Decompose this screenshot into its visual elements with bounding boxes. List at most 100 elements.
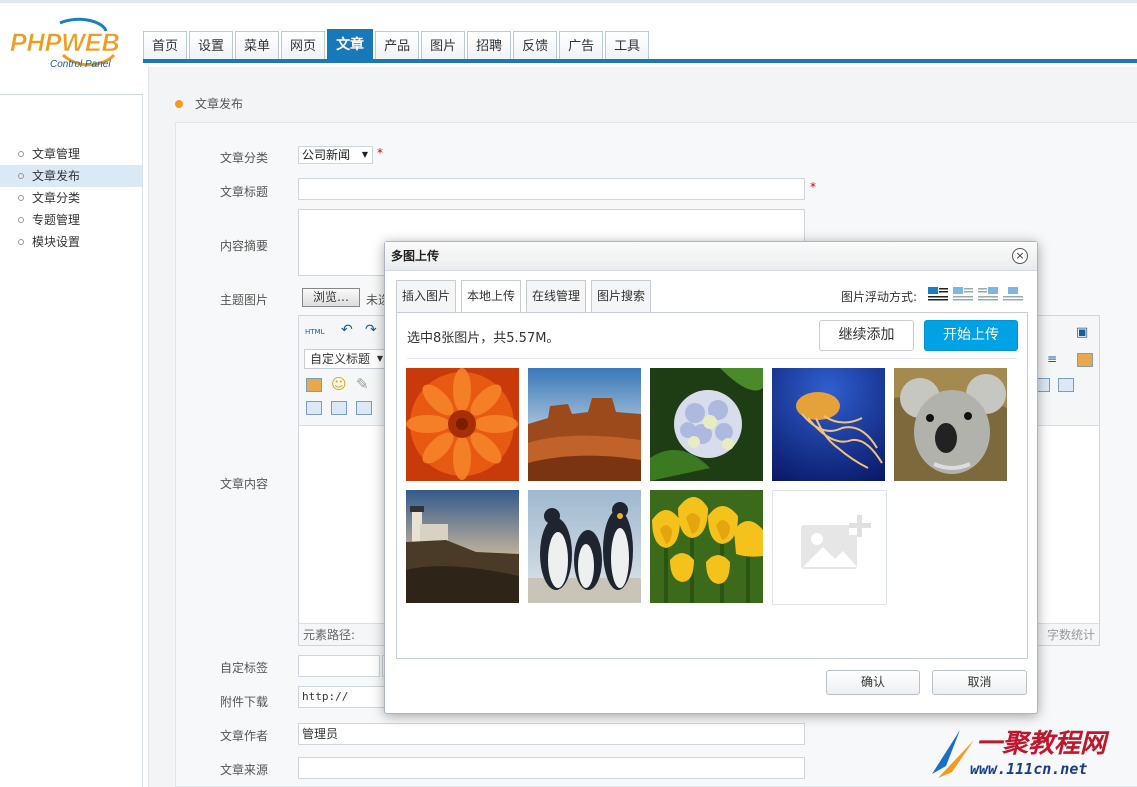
float-none-icon[interactable] (928, 286, 948, 302)
tab-menu[interactable]: 菜单 (235, 31, 280, 60)
tab-products[interactable]: 产品 (375, 31, 420, 60)
chrysanthemum-icon[interactable] (406, 368, 519, 481)
source-input[interactable] (298, 757, 805, 779)
required-mark: * (810, 180, 816, 194)
upload-panel: 选中8张图片，共5.57M。 继续添加 开始上传 (396, 312, 1028, 659)
tab-pages[interactable]: 网页 (281, 31, 326, 60)
image-icon[interactable] (306, 378, 322, 392)
tab-jobs[interactable]: 招聘 (467, 31, 512, 60)
top-border (0, 0, 1137, 3)
tab-image-search[interactable]: 图片搜索 (591, 280, 652, 312)
category-label: 文章分类 (220, 151, 269, 165)
koala-icon[interactable] (894, 368, 1007, 481)
image-label: 主题图片 (220, 293, 269, 307)
sidebar-item-article-category[interactable]: 文章分类 (0, 187, 142, 209)
nav-underline (143, 59, 1137, 63)
redo-icon[interactable]: ↷ (365, 322, 377, 338)
float-left-icon[interactable] (953, 286, 973, 302)
lighthouse-icon[interactable] (406, 490, 519, 603)
element-path: 元素路径: (303, 628, 356, 642)
multi-image-upload-dialog: 多图上传 × 插入图片 本地上传 在线管理 图片搜索 图片浮动方式: 选中8张图… (384, 241, 1038, 714)
insert-picture-icon[interactable] (1077, 353, 1093, 367)
sidebar-item-label: 模块设置 (32, 235, 81, 249)
dialog-title: 多图上传 (385, 242, 1037, 271)
attachment-input[interactable]: http:// (298, 686, 388, 708)
scrawl-icon[interactable]: ✎ (356, 375, 369, 393)
circle-icon (18, 173, 24, 179)
author-label: 文章作者 (220, 729, 269, 743)
penguins-icon[interactable] (528, 490, 641, 603)
sidebar-item-label: 文章发布 (32, 169, 81, 183)
tab-articles[interactable]: 文章 (327, 29, 374, 60)
tab-home[interactable]: 首页 (143, 31, 188, 60)
content-label: 文章内容 (220, 477, 269, 491)
svg-text:PHPWEB: PHPWEB (10, 29, 120, 57)
author-input[interactable]: 管理员 (298, 723, 805, 745)
desert-icon[interactable] (528, 368, 641, 481)
divider (407, 358, 1017, 359)
sidebar-item-module-settings[interactable]: 模块设置 (0, 231, 142, 253)
tab-insert-image[interactable]: 插入图片 (396, 280, 457, 312)
logo: PHPWEB Control Panel (0, 3, 143, 95)
tab-local-upload[interactable]: 本地上传 (461, 280, 522, 313)
float-center-icon[interactable] (1003, 286, 1023, 302)
tab-settings[interactable]: 设置 (189, 31, 234, 60)
circle-icon (18, 239, 24, 245)
add-more-button[interactable]: 继续添加 (819, 320, 914, 351)
undo-icon[interactable]: ↶ (341, 322, 353, 338)
split-cells-icon[interactable] (1058, 378, 1074, 392)
browse-button[interactable]: 浏览… (302, 288, 360, 307)
html-source-icon[interactable]: HTML (305, 328, 324, 336)
circle-icon (18, 217, 24, 223)
svg-text:一聚教程网: 一聚教程网 (976, 729, 1110, 759)
sidebar-item-label: 文章分类 (32, 191, 81, 205)
add-image-placeholder[interactable] (772, 490, 887, 605)
sidebar-item-topics[interactable]: 专题管理 (0, 209, 142, 231)
chevron-down-icon: ▼ (361, 150, 368, 159)
tab-feedback[interactable]: 反馈 (513, 31, 558, 60)
tab-images[interactable]: 图片 (421, 31, 466, 60)
start-upload-button[interactable]: 开始上传 (924, 320, 1018, 351)
word-count: 字数统计 (1046, 628, 1095, 642)
hydrangea-icon[interactable] (650, 368, 763, 481)
table-icon[interactable] (306, 401, 322, 415)
sidebar-item-label: 文章管理 (32, 147, 81, 161)
float-right-icon[interactable] (978, 286, 998, 302)
required-mark: * (377, 146, 383, 160)
tulips-icon[interactable] (650, 490, 763, 603)
confirm-button[interactable]: 确认 (826, 670, 920, 695)
chevron-down-icon: ▼ (376, 354, 383, 363)
jellyfish-icon[interactable] (772, 368, 885, 481)
float-mode-label: 图片浮动方式: (841, 290, 918, 304)
arrow-circle-icon (175, 99, 183, 108)
table-col-icon[interactable] (356, 401, 372, 415)
dialog-tabs: 插入图片 本地上传 在线管理 图片搜索 (396, 280, 656, 313)
selection-info: 选中8张图片，共5.57M。 (407, 331, 560, 346)
phpweb-logo-icon: PHPWEB Control Panel (10, 17, 120, 70)
category-select[interactable]: 公司新闻 ▼ (298, 146, 373, 164)
tab-tools[interactable]: 工具 (605, 31, 650, 60)
circle-icon (18, 195, 24, 201)
sidebar-item-label: 专题管理 (32, 213, 81, 227)
main-nav: 首页 设置 菜单 网页 文章 产品 图片 招聘 反馈 广告 工具 (143, 28, 651, 60)
close-icon[interactable]: × (1012, 248, 1028, 264)
tab-ads[interactable]: 广告 (559, 31, 604, 60)
tab-online-manage[interactable]: 在线管理 (526, 280, 587, 312)
heading-select[interactable]: 自定义标题 ▼ (304, 349, 386, 369)
summary-label: 内容摘要 (220, 239, 269, 253)
sidebar-item-article-manage[interactable]: 文章管理 (0, 143, 142, 165)
watermark-logo-icon: 一聚教程网 www.111cn.net (932, 729, 1110, 778)
breadcrumb: 文章发布 (175, 95, 243, 112)
watermark: 一聚教程网 www.111cn.net (930, 722, 1130, 782)
emoji-icon[interactable]: ☺ (331, 375, 347, 393)
circle-icon (18, 151, 24, 157)
align-icon[interactable]: ≡ (1047, 352, 1057, 366)
cancel-button[interactable]: 取消 (932, 670, 1027, 695)
fullscreen-icon[interactable]: ▣ (1076, 325, 1088, 340)
tags-input[interactable] (298, 655, 380, 677)
sidebar-item-article-publish[interactable]: 文章发布 (0, 165, 142, 187)
table-row-icon[interactable] (331, 401, 347, 415)
title-input[interactable] (298, 178, 805, 200)
add-image-icon (801, 515, 871, 569)
breadcrumb-label: 文章发布 (195, 97, 244, 111)
